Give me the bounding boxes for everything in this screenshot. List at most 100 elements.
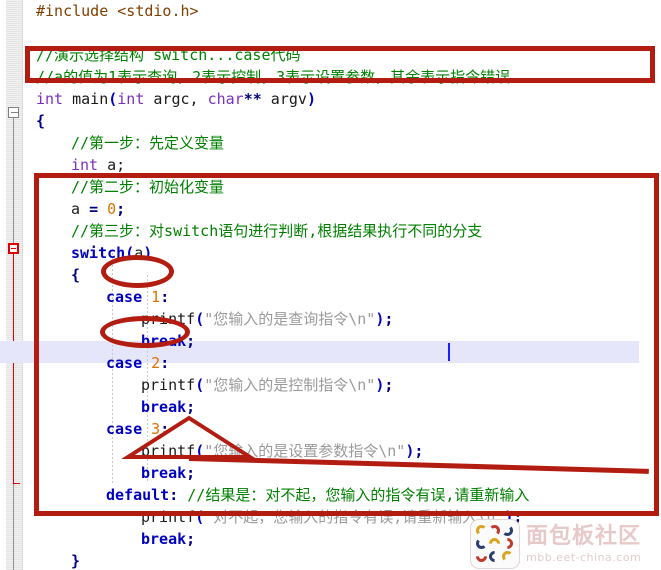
- fold-guide-switch-end: [13, 483, 20, 484]
- code-line-13[interactable]: {: [71, 264, 80, 286]
- fold-marker-main-brace[interactable]: [8, 107, 19, 118]
- fold-guide-main: [13, 118, 14, 243]
- code-line-17[interactable]: case 2:: [106, 352, 169, 374]
- token-ctl: break: [141, 464, 187, 482]
- token-op: ;: [384, 376, 394, 394]
- token-num: 2: [151, 354, 161, 372]
- code-line-12[interactable]: switch(a): [71, 242, 152, 264]
- token-plain: a: [134, 244, 144, 262]
- code-line-6[interactable]: {: [36, 110, 45, 132]
- token-brace: {: [71, 266, 81, 284]
- token-op: ;: [414, 442, 424, 460]
- token-punct: (: [195, 376, 205, 394]
- gutter-fold-strip: [6, 0, 23, 570]
- token-cmt: //a的值为1表示查询，2表示控制，3表示设置参数，其余表示指令错误: [36, 68, 511, 86]
- code-line-24[interactable]: printf("对不起，您输入的指令有误,请重新输入\n");: [141, 506, 522, 528]
- token-brace: }: [71, 552, 81, 570]
- code-line-23[interactable]: default: //结果是：对不起，您输入的指令有误,请重新输入: [106, 484, 529, 506]
- token-op: ;: [513, 508, 523, 526]
- code-line-8[interactable]: int a;: [71, 154, 125, 176]
- token-pre: #include <stdio.h>: [36, 2, 199, 20]
- code-line-18[interactable]: printf("您输入的是控制指令\n");: [141, 374, 393, 396]
- token-num: 0: [107, 200, 117, 218]
- token-punct: (: [195, 442, 205, 460]
- token-op: :: [160, 420, 170, 438]
- code-line-5[interactable]: int main(int argc, char** argv): [36, 88, 316, 110]
- code-line-11[interactable]: //第三步：对switch语句进行判断,根据结果执行不同的分支: [71, 220, 482, 242]
- token-ctl: case: [106, 420, 143, 438]
- token-op: ;: [186, 464, 196, 482]
- token-op: ;: [186, 332, 196, 350]
- token-ctl: case: [106, 288, 143, 306]
- code-line-19[interactable]: break;: [141, 396, 195, 418]
- token-punct: ): [306, 90, 316, 108]
- token-op: =: [89, 200, 99, 218]
- code-line-9[interactable]: //第二步：初始化变量: [71, 176, 224, 198]
- token-punct: ): [143, 244, 153, 262]
- code-line-16[interactable]: break;: [141, 330, 195, 352]
- token-ctl: default: [106, 486, 170, 504]
- token-kw: char: [207, 90, 244, 108]
- code-line-22[interactable]: break;: [141, 462, 195, 484]
- code-line-4[interactable]: //a的值为1表示查询，2表示控制，3表示设置参数，其余表示指令错误: [36, 66, 510, 88]
- token-plain: main: [63, 90, 109, 108]
- token-plain: argv: [261, 90, 307, 108]
- token-punct: (: [195, 508, 205, 526]
- token-plain: argc,: [144, 90, 208, 108]
- token-plain: a;: [98, 156, 126, 174]
- token-cmt: //结果是：对不起，您输入的指令有误,请重新输入: [187, 486, 530, 504]
- token-op: ;: [384, 310, 394, 328]
- token-ctl: break: [141, 530, 187, 548]
- token-op: ;: [116, 200, 126, 218]
- token-plain: printf: [141, 376, 196, 394]
- token-plain: a: [71, 200, 90, 218]
- code-editor-screenshot: #include <stdio.h> //演示选择结构 switch...case…: [0, 0, 661, 570]
- code-line-26[interactable]: }: [71, 550, 80, 570]
- token-punct: (: [108, 90, 118, 108]
- token-op: ;: [186, 398, 196, 416]
- token-kw: int: [36, 90, 64, 108]
- code-line-1[interactable]: #include <stdio.h>: [36, 0, 199, 22]
- code-line-25[interactable]: break;: [141, 528, 195, 550]
- token-kw: int: [117, 90, 145, 108]
- token-brace: {: [36, 112, 46, 130]
- code-line-20[interactable]: case 3:: [106, 418, 169, 440]
- token-op: :: [160, 354, 170, 372]
- code-line-15[interactable]: printf("您输入的是查询指令\n");: [141, 308, 393, 330]
- token-cmt: //第二步：初始化变量: [71, 178, 225, 196]
- code-line-10[interactable]: a = 0;: [71, 198, 125, 220]
- token-cmt: //第一步：先定义变量: [71, 134, 225, 152]
- code-line-7[interactable]: //第一步：先定义变量: [71, 132, 224, 154]
- token-punct: (: [195, 310, 205, 328]
- token-ctl: switch: [71, 244, 126, 262]
- fold-marker-switch-brace[interactable]: [8, 243, 19, 254]
- token-op: :: [160, 288, 170, 306]
- code-line-3[interactable]: //演示选择结构 switch...case代码: [36, 44, 301, 66]
- token-ctl: break: [141, 398, 187, 416]
- token-str: "对不起，您输入的指令有误,请重新输入\n": [204, 508, 505, 526]
- token-str: "您输入的是设置参数指令\n": [204, 442, 406, 460]
- fold-guide-switch: [13, 254, 14, 483]
- current-line-highlight: [0, 341, 639, 363]
- text-caret: [448, 343, 450, 361]
- token-plain: printf: [141, 508, 196, 526]
- fold-minus-icon: [11, 248, 16, 249]
- code-line-21[interactable]: printf("您输入的是设置参数指令\n");: [141, 440, 423, 462]
- code-text-area[interactable]: #include <stdio.h> //演示选择结构 switch...case…: [0, 0, 661, 570]
- token-punct: (: [125, 244, 135, 262]
- token-op: :: [169, 486, 179, 504]
- fold-minus-icon: [11, 112, 18, 113]
- token-op: ;: [186, 530, 196, 548]
- token-str: "您输入的是查询指令\n": [204, 310, 376, 328]
- code-line-14[interactable]: case 1:: [106, 286, 169, 308]
- token-num: 1: [151, 288, 161, 306]
- token-ctl: case: [106, 354, 143, 372]
- token-str: "您输入的是控制指令\n": [204, 376, 376, 394]
- token-op: **: [243, 90, 262, 108]
- token-plain: printf: [141, 310, 196, 328]
- token-kw: int: [71, 156, 99, 174]
